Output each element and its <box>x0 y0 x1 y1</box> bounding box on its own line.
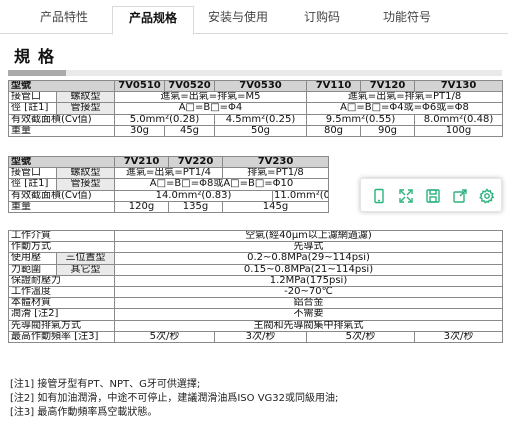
footnotes: [注1] 接管牙型有PT、NPT、G牙可供選擇; [注2] 如有加油潤滑，中途不… <box>10 378 500 420</box>
cv-value: 9.5mm²(0.55) <box>306 113 415 126</box>
row-value: 1.2MPa(175psi) <box>113 274 504 287</box>
weight-value: 100g <box>414 124 503 137</box>
row-label: 作動方式 <box>8 241 115 254</box>
weight-label: 重量 <box>8 124 115 137</box>
tube-type-label: 管接型 <box>56 102 115 115</box>
model-cell: 7V0530 <box>214 79 307 93</box>
tab-installation[interactable]: 安装与使用 <box>200 8 276 34</box>
weight-label: 重量 <box>8 200 115 213</box>
spec-table-small-series: 型號 7V0510 7V0520 7V0530 7V110 7V120 7V13… <box>8 79 503 137</box>
save-icon[interactable] <box>423 186 443 206</box>
footnote: [注2] 如有加油潤滑，中途不可停止，建議潤滑油爲ISO VG32或同級用油; <box>10 393 339 404</box>
row-value: 主閥和先導閥集中排氣式 <box>113 319 504 332</box>
cv-value: 8.0mm²(0.48) <box>414 113 503 126</box>
row-label: 保證耐壓力 <box>8 274 115 287</box>
freq-value: 5次/秒 <box>114 330 215 343</box>
weight-value: 145g <box>221 200 330 213</box>
model-cell: 7V0520 <box>164 79 215 93</box>
tube-spec: A□=B□=Φ4 <box>114 102 307 115</box>
row-value: 先導式 <box>113 241 504 254</box>
model-cell: 7V220 <box>168 155 223 169</box>
thread-spec: 排氣=PT1/8 <box>221 167 330 180</box>
weight-value: 80g <box>306 124 361 137</box>
weight-value: 30g <box>114 124 165 137</box>
row-value: 0.2~0.8MPa(29~114psi) <box>113 252 504 265</box>
thread-spec: 進氣=出氣=排氣=PT1/8 <box>306 91 503 104</box>
row-value: -20~70℃ <box>113 285 504 299</box>
cv-value: 11.0mm²(0.61) <box>271 189 330 202</box>
model-cell: 7V130 <box>414 79 503 93</box>
floating-toolbar <box>360 178 502 212</box>
weight-value: 50g <box>214 124 307 137</box>
cv-label: 有效截面積(Cv值) <box>8 189 115 202</box>
footnote: [注1] 接管牙型有PT、NPT、G牙可供選擇; <box>10 379 201 390</box>
row-value: 鋁合金 <box>113 297 504 310</box>
row-label: 工作介質 <box>8 229 115 243</box>
freq-value: 3次/秒 <box>413 330 504 343</box>
thread-spec: 進氣=出氣=PT1/4 <box>114 167 223 180</box>
port-label: 接管口 <box>8 167 57 180</box>
phone-icon[interactable] <box>369 186 389 206</box>
settings-icon[interactable] <box>477 186 497 206</box>
weight-value: 45g <box>164 124 215 137</box>
model-cell: 7V120 <box>360 79 415 93</box>
weight-value: 90g <box>360 124 415 137</box>
expand-icon[interactable] <box>396 186 416 206</box>
freq-value: 3次/秒 <box>214 330 307 343</box>
cv-value: 5.0mm²(0.28) <box>114 113 215 126</box>
tab-product-specs[interactable]: 产品规格 <box>112 6 194 35</box>
row-label: 使用壓 <box>8 252 57 265</box>
model-header: 型號 <box>8 79 115 93</box>
tube-spec: A□=B□=Φ4或=Φ6或=Φ8 <box>306 102 503 115</box>
weight-value: 120g <box>114 200 169 213</box>
tab-product-features[interactable]: 产品特性 <box>28 8 100 34</box>
tube-spec: A□=B□=Φ8或A□=B□=Φ10 <box>113 178 330 191</box>
thread-spec: 進氣=出氣=排氣=M5 <box>114 91 307 104</box>
cv-value: 4.5mm²(0.25) <box>214 113 307 126</box>
row-label: 力範圍 <box>8 263 57 276</box>
row-label: 工作溫度 <box>8 285 115 299</box>
row-label: 本體材質 <box>8 297 115 310</box>
spec-table-common: 工作介質 空氣(經40μm以上濾網過濾) 作動方式 先導式 使用壓 三位置型 0.2~0… <box>8 229 504 343</box>
model-cell: 7V230 <box>221 155 330 169</box>
model-cell: 7V210 <box>114 155 169 169</box>
section-title: 規格 <box>14 47 63 66</box>
section-divider-accent <box>8 70 66 76</box>
model-cell: 7V0510 <box>114 79 165 93</box>
model-cell: 7V110 <box>306 79 361 93</box>
share-icon[interactable] <box>450 186 470 206</box>
tab-bar: 产品特性 产品规格 安装与使用 订购码 功能符号 <box>0 0 508 35</box>
row-label: 潤滑 [注2] <box>8 308 115 321</box>
port-label: 徑 [註1] <box>8 102 57 115</box>
thread-type-label: 螺紋型 <box>56 91 115 104</box>
thread-type-label: 螺紋型 <box>56 167 115 180</box>
row-sublabel: 其它型 <box>56 263 115 276</box>
port-label: 接管口 <box>8 91 57 104</box>
tab-order-code[interactable]: 订购码 <box>290 8 354 34</box>
tube-type-label: 管接型 <box>56 178 115 191</box>
model-header: 型號 <box>8 155 115 169</box>
spec-table-200-series: 型號 7V210 7V220 7V230 接管口 螺紋型 進氣=出氣=PT1/4… <box>8 155 330 213</box>
row-label: 先導閥排氣方式 <box>8 319 115 332</box>
freq-value: 5次/秒 <box>306 330 415 343</box>
cv-label: 有效截面積(Cv值) <box>8 113 115 126</box>
row-sublabel: 三位置型 <box>56 252 115 265</box>
footnote: [注3] 最高作動頻率爲空載狀態。 <box>10 407 158 418</box>
row-value: 空氣(經40μm以上濾網過濾) <box>113 229 504 243</box>
weight-value: 135g <box>168 200 223 213</box>
cv-value: 14.0mm²(0.83) <box>114 189 273 202</box>
row-value: 不需要 <box>113 308 504 321</box>
row-value: 0.15~0.8MPa(21~114psi) <box>113 263 504 276</box>
section-divider <box>8 70 502 76</box>
port-label: 徑 [註1] <box>8 178 57 191</box>
tab-function-symbol[interactable]: 功能符号 <box>370 8 444 34</box>
freq-label: 最高作動頻率 [注3] <box>8 330 115 343</box>
